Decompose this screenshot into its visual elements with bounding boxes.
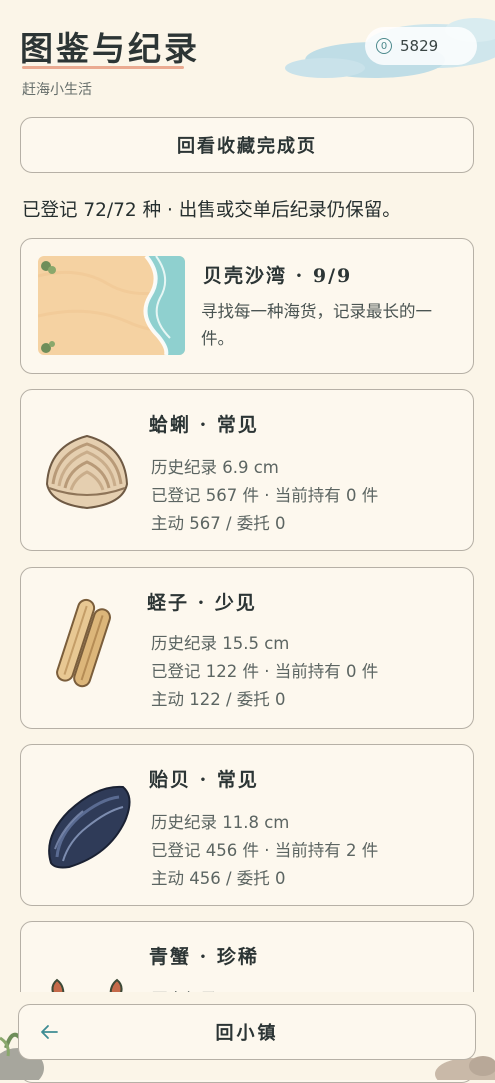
area-card[interactable]: 贝壳沙湾 · 9/9 寻找每一种海货，记录最长的一件。	[20, 238, 474, 374]
coin-balance: 0 5829	[365, 27, 477, 65]
area-title: 贝壳沙湾 · 9/9	[203, 265, 353, 287]
title-underline	[22, 66, 184, 69]
back-arrow-icon	[41, 1025, 58, 1039]
beach-illustration	[38, 256, 185, 355]
species-card[interactable]: 蛏子 · 少见 历史纪录 15.5 cm 已登记 122 件 · 当前持有 0 …	[20, 567, 474, 729]
species-card[interactable]: 贻贝 · 常见 历史纪录 11.8 cm 已登记 456 件 · 当前持有 2 …	[20, 744, 474, 906]
coin-amount: 5829	[400, 37, 439, 55]
species-name: 蛏子 · 少见	[147, 592, 257, 614]
registration-summary: 已登记 72/72 种 · 出售或交单后纪录仍保留。	[22, 200, 401, 221]
review-collection-button[interactable]: 回看收藏完成页	[20, 117, 474, 173]
species-source: 主动 122 / 委托 0	[151, 690, 286, 709]
back-to-town-button[interactable]: 回小镇	[18, 1004, 476, 1060]
species-record: 历史纪录 6.9 cm	[151, 458, 279, 477]
area-description: 寻找每一种海货，记录最长的一件。	[201, 302, 432, 348]
species-card[interactable]: 蛤蜊 · 常见 历史纪录 6.9 cm 已登记 567 件 · 当前持有 0 件…	[20, 389, 474, 551]
species-registered: 已登记 567 件 · 当前持有 0 件	[151, 486, 379, 505]
coin-icon: 0	[376, 38, 392, 54]
species-record: 历史纪录 15.5 cm	[151, 634, 290, 653]
species-name: 蛤蜊 · 常见	[149, 414, 259, 436]
mussel-icon	[48, 785, 131, 869]
razor-clam-icon	[56, 598, 111, 688]
species-registered: 已登记 456 件 · 当前持有 2 件	[151, 841, 379, 860]
species-registered: 已登记 122 件 · 当前持有 0 件	[151, 662, 379, 681]
clam-icon	[45, 434, 129, 510]
species-source: 主动 567 / 委托 0	[151, 514, 286, 533]
back-to-town-label: 回小镇	[215, 1023, 279, 1044]
page-title: 图鉴与纪录	[20, 29, 200, 68]
species-name: 青蟹 · 珍稀	[149, 946, 259, 968]
species-source: 主动 456 / 委托 0	[151, 869, 286, 888]
page-subtitle: 赶海小生活	[22, 82, 92, 98]
species-record: 历史纪录 11.8 cm	[151, 813, 290, 832]
species-name: 贻贝 · 常见	[149, 769, 259, 791]
